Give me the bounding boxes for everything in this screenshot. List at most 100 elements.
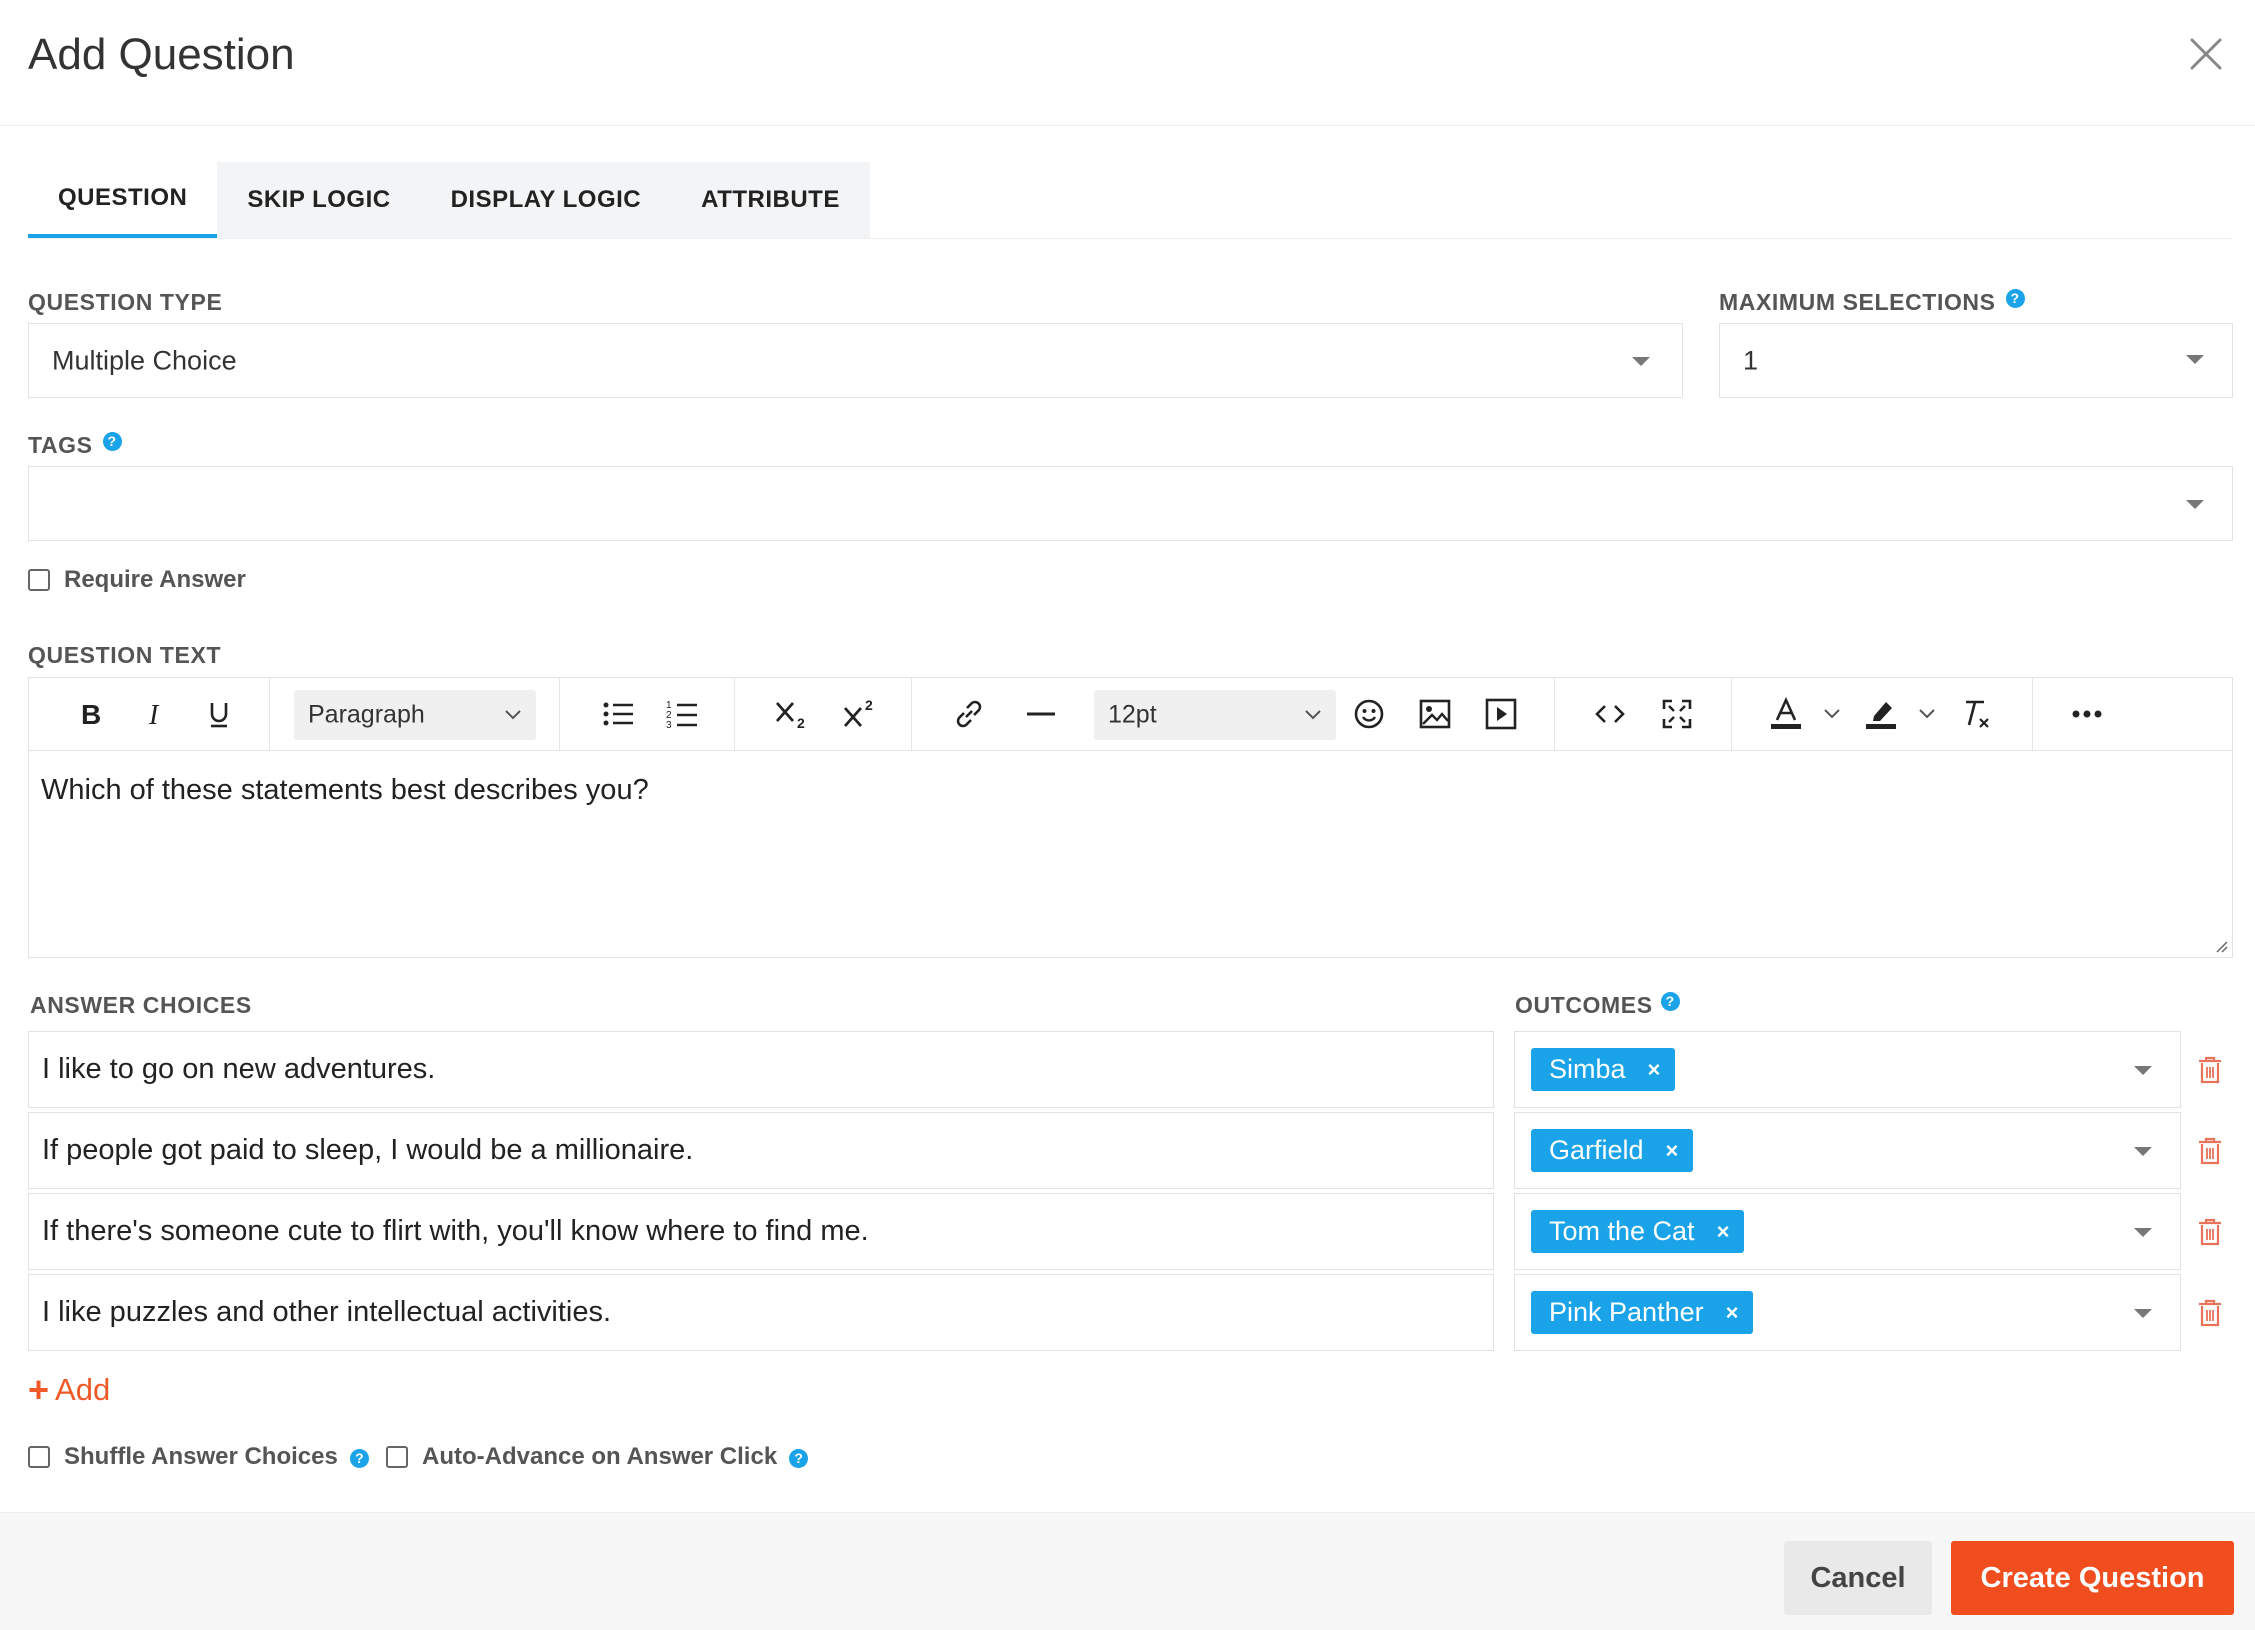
dialog-footer: Cancel Create Question [0,1512,2255,1630]
link-icon[interactable] [947,692,991,736]
plus-icon: + [28,1369,50,1410]
tab-skip-logic[interactable]: SKIP LOGIC [217,162,420,238]
outcome-select[interactable]: Garfield × [1514,1112,2181,1189]
tags-select[interactable] [28,466,2233,541]
answer-choices-label: ANSWER CHOICES [30,992,252,1018]
question-type-value: Multiple Choice [52,345,237,375]
svg-text:3: 3 [666,720,672,730]
clear-formatting-icon[interactable] [1955,692,1999,736]
chevron-down-icon [2134,1309,2152,1318]
chevron-down-icon [2134,1228,2152,1237]
outcome-tag: Garfield × [1531,1129,1694,1172]
create-question-button[interactable]: Create Question [1951,1541,2234,1615]
bullet-list-icon[interactable] [597,692,641,736]
trash-icon[interactable] [2197,1217,2223,1247]
remove-tag-icon[interactable]: × [1648,1057,1661,1083]
font-size-select[interactable]: 12pt [1094,690,1336,740]
add-answer-label: Add [55,1372,111,1407]
resize-handle-icon[interactable] [2212,937,2228,953]
answer-choice-row[interactable] [28,1031,1494,1108]
underline-icon[interactable] [197,692,241,736]
tab-display-logic[interactable]: DISPLAY LOGIC [421,162,672,238]
bold-icon[interactable]: B [67,692,111,736]
toolbar-separator [734,678,735,750]
question-text-label: QUESTION TEXT [28,642,222,668]
block-format-value: Paragraph [308,700,425,729]
answer-choice-input[interactable] [29,1275,1493,1350]
answer-choice-row[interactable] [28,1112,1494,1189]
remove-tag-icon[interactable]: × [1717,1219,1730,1245]
help-icon[interactable]: ? [1660,992,1680,1011]
chevron-down-icon [2134,1066,2152,1075]
fullscreen-icon[interactable] [1655,692,1699,736]
block-format-select[interactable]: Paragraph [294,690,536,740]
answer-choice-input[interactable] [29,1113,1493,1188]
editor-toolbar: B I Paragraph 123 2 2 12pt [29,678,2232,751]
svg-text:I: I [148,700,160,729]
more-options-icon[interactable] [2065,692,2109,736]
video-icon[interactable] [1479,692,1523,736]
help-icon[interactable]: ? [102,432,122,451]
toolbar-separator [911,678,912,750]
outcome-select[interactable]: Pink Panther × [1514,1274,2181,1351]
question-type-select[interactable]: Multiple Choice [28,323,1683,398]
emoji-icon[interactable] [1347,692,1391,736]
remove-tag-icon[interactable]: × [1726,1300,1739,1326]
require-answer-checkbox[interactable]: Require Answer [28,566,246,594]
rich-text-editor: B I Paragraph 123 2 2 12pt Which of thes… [28,677,2233,958]
close-icon[interactable] [2186,34,2226,74]
cancel-button[interactable]: Cancel [1784,1541,1932,1615]
remove-tag-icon[interactable]: × [1666,1138,1679,1164]
checkbox[interactable] [386,1446,408,1468]
italic-icon[interactable]: I [133,692,177,736]
outcome-select[interactable]: Simba × [1514,1031,2181,1108]
svg-text:2: 2 [797,715,805,730]
shuffle-answers-label: Shuffle Answer Choices [64,1443,338,1470]
highlight-color-icon[interactable] [1859,692,1903,736]
trash-icon[interactable] [2197,1055,2223,1085]
auto-advance-checkbox[interactable]: Auto-Advance on Answer Click ? [386,1443,809,1471]
add-answer-button[interactable]: + Add [28,1372,110,1408]
tab-bar: QUESTION SKIP LOGIC DISPLAY LOGIC ATTRIB… [28,162,870,238]
trash-icon[interactable] [2197,1136,2223,1166]
shuffle-answers-checkbox[interactable]: Shuffle Answer Choices ? [28,1443,369,1471]
tab-divider [28,238,2233,239]
outcome-tag: Simba × [1531,1048,1676,1091]
add-question-dialog: Add Question QUESTION SKIP LOGIC DISPLAY… [0,0,2255,1630]
answer-choice-row[interactable] [28,1193,1494,1270]
checkbox[interactable] [28,569,50,591]
answer-choice-input[interactable] [29,1032,1493,1107]
toolbar-separator [1554,678,1555,750]
superscript-icon[interactable]: 2 [837,692,887,736]
answer-choice-row[interactable] [28,1274,1494,1351]
question-text-content[interactable]: Which of these statements best describes… [41,774,649,807]
chevron-down-icon [2186,500,2204,509]
numbered-list-icon[interactable]: 123 [661,692,705,736]
tab-attribute[interactable]: ATTRIBUTE [671,162,870,238]
chevron-down-icon [505,710,521,720]
image-icon[interactable] [1413,692,1457,736]
text-color-icon[interactable] [1764,692,1808,736]
help-icon[interactable]: ? [2005,289,2025,308]
chevron-down-icon [1305,710,1321,720]
help-icon[interactable]: ? [349,1448,369,1468]
chevron-down-icon[interactable] [1817,692,1847,736]
outcome-select[interactable]: Tom the Cat × [1514,1193,2181,1270]
checkbox[interactable] [28,1446,50,1468]
toolbar-separator [2032,678,2033,750]
dialog-title: Add Question [28,30,295,79]
answer-choice-input[interactable] [29,1194,1493,1269]
svg-text:2: 2 [865,698,873,713]
trash-icon[interactable] [2197,1298,2223,1328]
chevron-down-icon [2134,1147,2152,1156]
outcome-tag: Tom the Cat × [1531,1210,1745,1253]
dialog-header: Add Question [0,0,2255,126]
subscript-icon[interactable]: 2 [769,692,819,736]
source-code-icon[interactable] [1588,692,1632,736]
horizontal-line-icon[interactable] [1019,692,1063,736]
tab-question[interactable]: QUESTION [28,162,218,238]
help-icon[interactable]: ? [789,1448,809,1468]
max-selections-value: 1 [1743,345,1759,375]
chevron-down-icon[interactable] [1912,692,1942,736]
max-selections-select[interactable]: 1 [1719,323,2233,398]
